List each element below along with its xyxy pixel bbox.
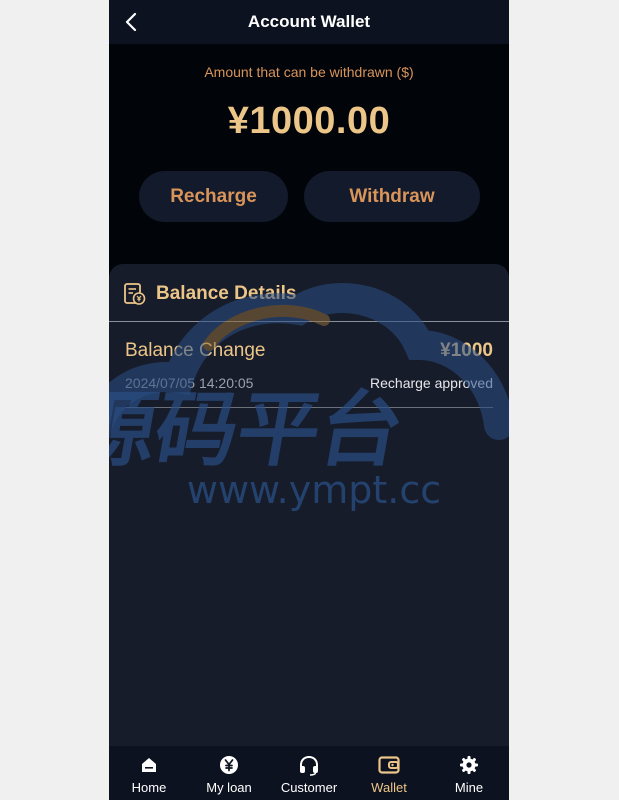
tab-label: My loan bbox=[206, 780, 252, 795]
divider bbox=[125, 407, 493, 408]
recharge-button[interactable]: Recharge bbox=[139, 171, 288, 222]
withdraw-button[interactable]: Withdraw bbox=[304, 171, 480, 222]
tab-label: Home bbox=[131, 780, 167, 795]
home-icon bbox=[138, 754, 160, 776]
back-button[interactable] bbox=[117, 8, 145, 36]
gear-icon bbox=[458, 754, 480, 776]
withdrawable-amount-label: Amount that can be withdrawn ($) bbox=[204, 64, 414, 80]
wallet-screen: Account Wallet Amount that can be withdr… bbox=[109, 0, 509, 800]
record-type: Balance Change bbox=[125, 340, 266, 361]
tab-mine[interactable]: Mine bbox=[429, 746, 509, 800]
tab-home[interactable]: Home bbox=[109, 746, 189, 800]
tab-label: Wallet bbox=[371, 780, 407, 795]
wallet-icon bbox=[378, 754, 400, 776]
tab-label: Mine bbox=[454, 780, 484, 795]
tab-my-loan[interactable]: My loan bbox=[189, 746, 269, 800]
yen-coin-icon bbox=[218, 754, 240, 776]
list-item[interactable]: Balance Change ¥1000 2024/07/05 14:20:05… bbox=[125, 322, 493, 408]
withdrawable-amount-value: ¥1000.00 bbox=[227, 100, 391, 142]
page-title: Account Wallet bbox=[247, 12, 371, 31]
balance-details-card: Balance Details Balance Change ¥1000 202… bbox=[109, 264, 509, 754]
chevron-left-icon bbox=[125, 12, 137, 32]
record-amount: ¥1000 bbox=[440, 340, 493, 361]
tab-customer[interactable]: Customer bbox=[269, 746, 349, 800]
top-nav-bar: Account Wallet bbox=[109, 0, 509, 44]
tab-wallet[interactable]: Wallet bbox=[349, 746, 429, 800]
bottom-tab-bar: Home My loan Customer Wallet Mine bbox=[109, 746, 509, 800]
headset-icon bbox=[298, 754, 320, 776]
bill-icon bbox=[124, 283, 146, 305]
record-timestamp: 2024/07/05 14:20:05 bbox=[125, 375, 254, 391]
balance-details-title: Balance Details bbox=[156, 283, 297, 304]
tab-label: Customer bbox=[280, 780, 338, 795]
record-status: Recharge approved bbox=[370, 375, 493, 391]
balance-details-header: Balance Details bbox=[123, 280, 296, 308]
